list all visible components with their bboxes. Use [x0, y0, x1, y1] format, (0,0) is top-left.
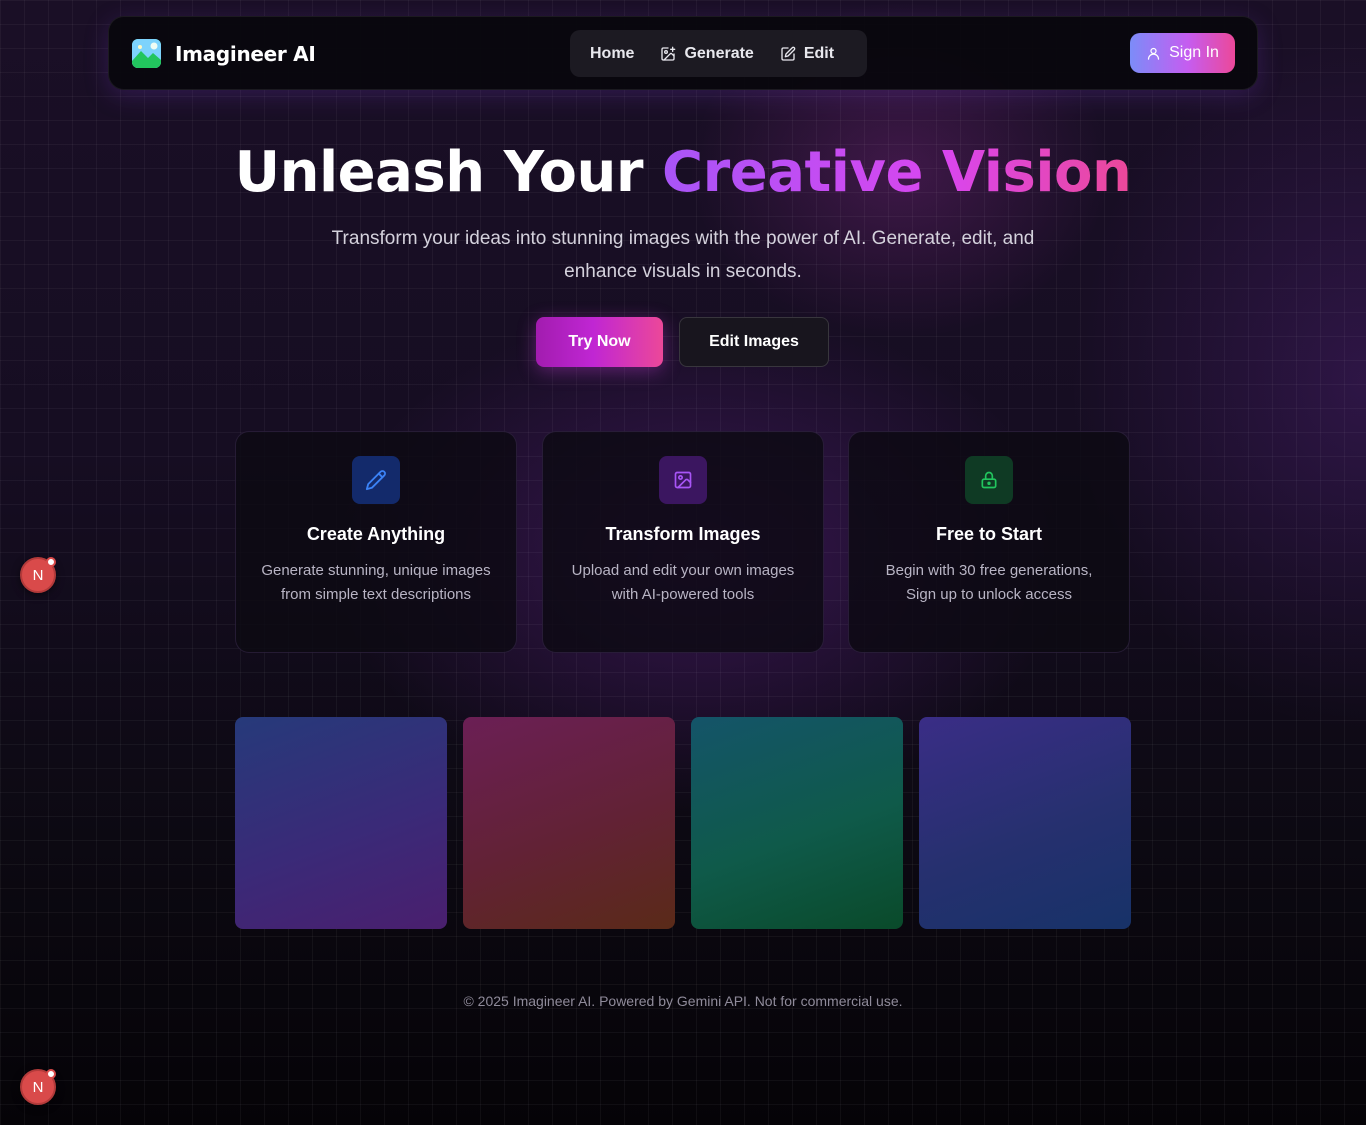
nav-links: Home Generate Edit	[570, 30, 867, 77]
feature-icon-box	[352, 456, 400, 504]
gallery-tile	[691, 717, 903, 929]
notification-dot	[46, 1069, 56, 1079]
hero-title-main: Unleash Your	[234, 140, 662, 205]
pencil-icon	[365, 470, 386, 491]
hero-title-accent: Creative Vision	[662, 140, 1132, 205]
feature-title: Free to Start	[935, 524, 1043, 544]
nav-home-link[interactable]: Home	[590, 45, 634, 63]
feature-icon-box	[965, 456, 1013, 504]
nav-generate-link[interactable]: Generate	[660, 44, 754, 63]
feature-description: Upload and edit your own images with AI-…	[571, 562, 795, 603]
image-icon	[674, 471, 692, 489]
feature-card-create: Create Anything Generate stunning, uniqu…	[235, 431, 517, 653]
sign-in-label: Sign In	[1169, 44, 1219, 61]
feature-title: Transform Images	[605, 524, 761, 544]
logo-icon	[132, 39, 161, 68]
brand-name: Imagineer AI	[175, 41, 316, 66]
try-now-button[interactable]: Try Now	[536, 317, 663, 367]
gallery-tile	[235, 717, 447, 929]
user-icon	[1147, 47, 1160, 60]
feature-title: Create Anything	[306, 524, 446, 544]
notification-dot	[46, 557, 56, 567]
hero-subtitle: Transform your ideas into stunning image…	[331, 228, 1035, 282]
footer-text: © 2025 Imagineer AI. Powered by Gemini A…	[463, 993, 903, 1009]
image-plus-icon	[661, 46, 676, 61]
gallery-tile	[919, 717, 1131, 929]
sign-in-button[interactable]: Sign In	[1130, 33, 1235, 73]
brand[interactable]: Imagineer AI	[132, 39, 316, 68]
feature-icon-box	[659, 456, 707, 504]
edit-icon	[781, 46, 796, 61]
nav-generate-label: Generate	[684, 44, 754, 62]
nav-edit-link[interactable]: Edit	[780, 45, 834, 63]
feature-card-transform: Transform Images Upload and edit your ow…	[542, 431, 824, 653]
gallery-tile	[463, 717, 675, 929]
dev-tools-badge-label: N	[32, 566, 44, 584]
lock-icon	[981, 471, 997, 489]
nav-home-label: Home	[590, 44, 635, 62]
dev-tools-badge-label: N	[32, 1078, 44, 1096]
feature-description: Begin with 30 free generations, Sign up …	[885, 562, 1093, 603]
feature-card-free: Free to Start Begin with 30 free generat…	[848, 431, 1130, 653]
nav-edit-label: Edit	[803, 44, 835, 62]
edit-images-button[interactable]: Edit Images	[679, 317, 829, 367]
feature-description: Generate stunning, unique images from si…	[261, 562, 491, 603]
top-navbar: Imagineer AI Home Generate Edit Sign In	[108, 16, 1258, 90]
dev-tools-badge[interactable]: N	[20, 557, 56, 593]
hero-title: Unleash Your Creative Vision	[0, 140, 1366, 205]
dev-tools-badge[interactable]: N	[20, 1069, 56, 1105]
